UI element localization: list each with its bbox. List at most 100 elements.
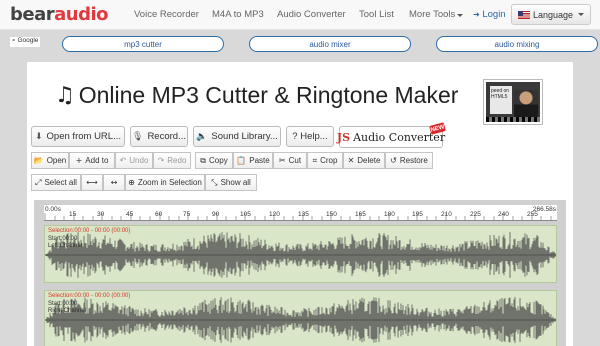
nav-login-label: Login xyxy=(482,9,506,20)
add-to-button[interactable]: + Add to xyxy=(69,152,115,169)
help-button[interactable]: ? Help... xyxy=(286,126,334,147)
time-ruler[interactable]: 0.00s 266.58s 15 30 45 60 75 90 105 120 135 150 16… xyxy=(44,205,557,221)
open-from-url-label: Open from URL... xyxy=(46,131,121,142)
music-note-icon: ♫ xyxy=(55,83,75,108)
selection-readout: Selection:00:00 - 00:00 (00:00) xyxy=(48,228,131,234)
track-info: Selection:00:00 - 00:00 (00:00) Start:00… xyxy=(48,228,130,251)
track-info: Selection:00:00 - 00:00 (00:00) Start:00… xyxy=(48,293,130,316)
delete-button[interactable]: ✕ Delete xyxy=(343,152,385,169)
channel-label: Left Channel xyxy=(48,243,83,249)
folder-icon: 📂 xyxy=(33,156,44,165)
cut-label: Cut xyxy=(288,156,302,165)
show-all-label: Show all xyxy=(220,178,251,187)
google-search-badge: ⌕ Google xyxy=(10,37,41,47)
undo-icon: ↶ xyxy=(119,156,127,165)
nav-voice-recorder[interactable]: Voice Recorder xyxy=(134,9,199,20)
record-button[interactable]: 🎙 Record... xyxy=(130,126,188,147)
select-all-button[interactable]: ⤢ Select all xyxy=(31,174,81,191)
brand-logo[interactable]: bearaudio xyxy=(10,4,109,25)
crop-icon: ⌗ xyxy=(312,155,318,165)
redo-icon: ↷ xyxy=(157,156,165,165)
undo-button[interactable]: ↶ Undo xyxy=(115,152,153,169)
zoom-icon: ⊕ xyxy=(128,178,135,187)
start-readout: Start:00:00 xyxy=(48,235,78,242)
open-label: Open xyxy=(46,156,67,165)
brand-logo-part1: bear xyxy=(10,4,55,25)
crop-button[interactable]: ⌗ Crop xyxy=(307,152,343,169)
open-from-url-button[interactable]: ⬇ Open from URL... xyxy=(31,126,125,147)
record-label: Record... xyxy=(147,131,186,142)
nav-tool-list[interactable]: Tool List xyxy=(359,9,394,20)
language-label: Language xyxy=(532,9,574,20)
brand-logo-part2: audio xyxy=(54,4,109,25)
selection-readout: Selection:00:00 - 00:00 (00:00) xyxy=(48,293,131,299)
plus-icon: + xyxy=(75,156,83,165)
nav-more-tools[interactable]: More Tools xyxy=(409,9,464,20)
chevron-down-icon xyxy=(457,14,464,17)
copy-icon: ⧉ xyxy=(200,155,207,165)
right-channel-track[interactable]: Selection:00:00 - 00:00 (00:00) Start:00… xyxy=(44,290,557,346)
add-to-label: Add to xyxy=(85,156,109,165)
expand-icon: ⤡ xyxy=(211,177,218,187)
select-all-label: Select all xyxy=(44,178,77,187)
ruler-ticks xyxy=(44,213,552,220)
zoom-in-arrows-button[interactable]: ↔ xyxy=(103,174,125,191)
us-flag-icon xyxy=(517,10,530,19)
close-icon: ✕ xyxy=(347,156,355,165)
open-button[interactable]: 📂 Open xyxy=(31,152,69,169)
top-navbar: bearaudio Voice Recorder M4A to MP3 Audi… xyxy=(0,0,600,30)
redo-label: Redo xyxy=(167,156,187,165)
left-channel-track[interactable]: Selection:00:00 - 00:00 (00:00) Start:00… xyxy=(44,225,557,283)
zoom-in-selection-label: Zoom in Selection xyxy=(137,178,202,187)
copy-button[interactable]: ⧉ Copy xyxy=(195,152,233,169)
film-strip xyxy=(486,117,540,122)
channel-label: Right Channel xyxy=(48,308,87,314)
restore-label: Restore xyxy=(399,156,428,165)
language-dropdown[interactable]: Language xyxy=(511,4,591,25)
chevron-down-icon xyxy=(578,13,585,16)
js-audio-converter-button[interactable]: JS Audio Converter xyxy=(336,126,445,148)
google-badge-label: Google xyxy=(17,37,39,44)
delete-label: Delete xyxy=(357,156,381,165)
copy-label: Copy xyxy=(209,156,228,165)
expand-icon: ⤢ xyxy=(35,177,42,187)
search-pill-mp3-cutter[interactable]: mp3 cutter xyxy=(62,36,224,52)
search-pill-audio-mixing[interactable]: audio mixing xyxy=(436,36,598,52)
arrows-in-icon: ⟷ xyxy=(86,178,98,187)
main-panel: ♫ Online MP3 Cutter & Ringtone Maker pee… xyxy=(27,62,573,346)
microphone-icon: 🎙 xyxy=(132,131,144,142)
nav-m4a-to-mp3[interactable]: M4A to MP3 xyxy=(212,9,264,20)
speaker-icon: 🔈 xyxy=(196,131,208,142)
paste-button[interactable]: 📋 Paste xyxy=(233,152,273,169)
paste-label: Paste xyxy=(249,156,270,165)
nav-more-tools-label: More Tools xyxy=(409,9,456,20)
restore-icon: ↺ xyxy=(390,156,397,165)
js-prefix: JS xyxy=(336,130,351,144)
zoom-out-arrows-button[interactable]: ⟷ xyxy=(81,174,103,191)
nav-login[interactable]: ➜ Login xyxy=(473,9,506,20)
video-thumbnail[interactable]: peed on HTML5 xyxy=(484,80,542,124)
nav-audio-converter[interactable]: Audio Converter xyxy=(277,9,346,20)
restore-button[interactable]: ↺ Restore xyxy=(385,152,433,169)
redo-button[interactable]: ↷ Redo xyxy=(153,152,191,169)
cut-button[interactable]: ✂ Cut xyxy=(273,152,307,169)
download-icon: ⬇ xyxy=(35,131,43,142)
waveform-editor[interactable]: 0.00s 266.58s 15 30 45 60 75 90 105 120 135 150 16… xyxy=(34,200,566,346)
search-icon: ⌕ xyxy=(12,37,16,44)
search-pill-audio-mixer[interactable]: audio mixer xyxy=(249,36,411,52)
show-all-button[interactable]: ⤡ Show all xyxy=(205,174,257,191)
undo-label: Undo xyxy=(129,156,149,165)
thumbnail-screen: peed on HTML5 xyxy=(490,86,512,114)
page-title-text: Online MP3 Cutter & Ringtone Maker xyxy=(78,82,459,108)
zoom-in-selection-button[interactable]: ⊕ Zoom in Selection xyxy=(125,174,205,191)
arrows-out-icon: ↔ xyxy=(110,178,118,187)
scissors-icon: ✂ xyxy=(278,156,286,165)
page-title: ♫ Online MP3 Cutter & Ringtone Maker xyxy=(55,82,458,109)
start-readout: Start:00:00 xyxy=(48,300,78,307)
sound-library-label: Sound Library... xyxy=(211,131,278,142)
crop-label: Crop xyxy=(320,156,338,165)
ruler-start-label: 0.00s xyxy=(45,206,61,213)
paste-icon: 📋 xyxy=(236,156,247,165)
login-icon: ➜ xyxy=(473,10,480,19)
sound-library-button[interactable]: 🔈 Sound Library... xyxy=(193,126,281,147)
